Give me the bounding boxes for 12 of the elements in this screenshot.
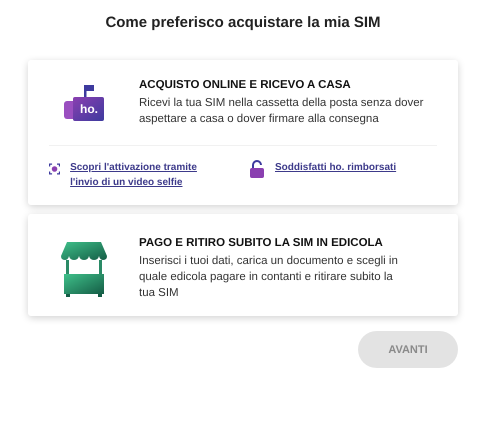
option-description: Inserisci i tuoi dati, carica un documento e scegli in quale edicola pagare in contanti e ritirare subito la tua SIM [139, 254, 399, 301]
info-link[interactable]: Scopri l'attivazione tramite l'invio di un video selfie [70, 160, 219, 190]
option-description: Ricevi la tua SIM nella cassetta della posta senza dover aspettare a casa o dover firmare alla consegna [139, 96, 424, 127]
option-card[interactable]: PAGO E RITIRO SUBITO LA SIM IN EDICOLA Inserisci i tuoi dati, carica un documento e scegli in quale edicola pagare in contanti e ritirare subito la tua SIM [28, 214, 458, 316]
unlock-icon [249, 160, 265, 178]
page-title: Come preferisco acquistare la mia SIM [104, 14, 382, 31]
mailbox-icon [62, 83, 106, 123]
option-card[interactable] [28, 60, 458, 205]
option-heading: PAGO E RITIRO SUBITO LA SIM IN EDICOLA [139, 237, 384, 249]
info-link[interactable]: Soddisfatti ho. rimborsati [275, 160, 396, 175]
logo-text: ho. [80, 102, 98, 116]
option-heading: ACQUISTO ONLINE E RICEVO A CASA [139, 79, 352, 91]
